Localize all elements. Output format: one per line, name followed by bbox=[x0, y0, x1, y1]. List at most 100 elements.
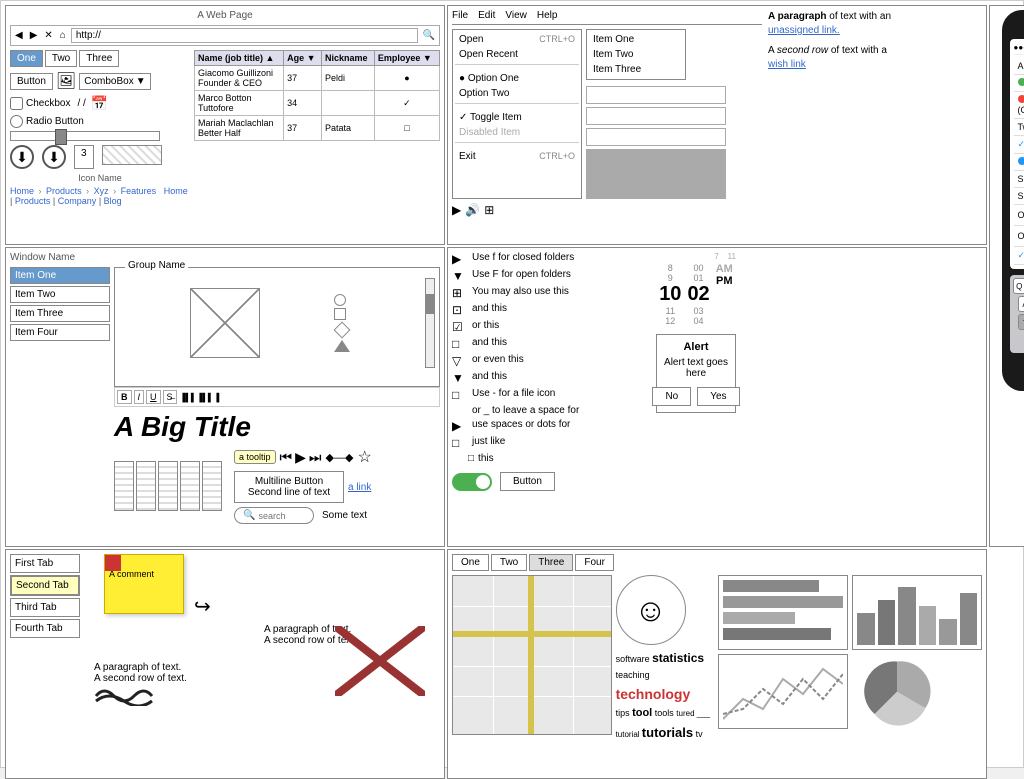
list-item-2[interactable]: Item Two bbox=[10, 286, 110, 303]
skip-fwd-icon[interactable]: ⏭ bbox=[309, 449, 322, 466]
menu-view[interactable]: View bbox=[505, 10, 527, 21]
tab-two[interactable]: Two bbox=[45, 50, 77, 67]
scroll-down2[interactable]: ⬇ bbox=[42, 145, 66, 169]
combobox-arrow: ▼ bbox=[136, 76, 146, 87]
menu-opt2[interactable]: Option Two bbox=[455, 86, 579, 101]
radio-input[interactable] bbox=[10, 115, 23, 128]
combobox[interactable]: ComboBox ▼ bbox=[79, 73, 150, 90]
breadcrumb-home[interactable]: Home bbox=[10, 186, 34, 196]
ctx-item2[interactable]: Item Two bbox=[589, 47, 683, 62]
context-menu: Item One Item Two Item Three bbox=[586, 29, 686, 80]
tab-third[interactable]: Third Tab bbox=[10, 598, 80, 617]
close-btn[interactable]: ✕ bbox=[42, 30, 54, 41]
acc-3[interactable] bbox=[158, 461, 178, 511]
alert-no[interactable]: No bbox=[652, 387, 691, 406]
acc-2[interactable] bbox=[136, 461, 156, 511]
list-item-1[interactable]: Item One bbox=[10, 267, 110, 284]
input-2[interactable] bbox=[586, 107, 726, 125]
window-list: Item One Item Two Item Three Item Four bbox=[10, 267, 110, 528]
breadcrumb-blog[interactable]: Blog bbox=[104, 196, 122, 206]
menu-opt1[interactable]: ● Option One bbox=[455, 71, 579, 86]
btab-four[interactable]: Four bbox=[575, 554, 614, 571]
skip-back-icon[interactable]: ⏮ bbox=[280, 449, 293, 466]
key-a[interactable]: A bbox=[1018, 296, 1024, 312]
input-3[interactable] bbox=[586, 128, 726, 146]
calendar-icon[interactable]: 📅 bbox=[91, 95, 108, 112]
search-btn[interactable]: 🔍 bbox=[421, 30, 437, 41]
menu-help[interactable]: Help bbox=[537, 10, 558, 21]
ios-off-button[interactable]: Off button bbox=[1014, 226, 1024, 247]
key-shift[interactable]: ⇧ bbox=[1018, 314, 1024, 330]
list-item-3[interactable]: Item Three bbox=[10, 305, 110, 322]
btab-two[interactable]: Two bbox=[491, 554, 527, 571]
scrollbar-v[interactable] bbox=[425, 278, 435, 368]
btab-three[interactable]: Three bbox=[529, 554, 573, 571]
image-icon[interactable]: 🖼 bbox=[56, 71, 76, 91]
menu-file[interactable]: File bbox=[452, 10, 468, 21]
menu-exit[interactable]: ExitCTRL+O bbox=[455, 149, 579, 164]
tool-underline[interactable]: U bbox=[146, 390, 161, 404]
slider[interactable] bbox=[10, 131, 160, 141]
fullscreen-icon[interactable]: ⊞ bbox=[484, 203, 494, 217]
scroll-down[interactable]: ⬇ bbox=[10, 145, 34, 169]
forward-btn[interactable]: ▶ bbox=[28, 30, 40, 41]
menu-edit[interactable]: Edit bbox=[478, 10, 495, 21]
ios-on-button[interactable]: On button bbox=[1014, 205, 1024, 226]
toggle-on-main[interactable] bbox=[452, 473, 492, 491]
menu-toggle[interactable]: Toggle Item bbox=[455, 110, 579, 125]
pipe3: | bbox=[99, 196, 101, 206]
button-ctrl[interactable]: Button bbox=[10, 73, 53, 90]
ios-add-submenu[interactable]: Add and sub-menu › bbox=[1014, 75, 1024, 92]
back-btn[interactable]: ◀ bbox=[13, 30, 25, 41]
just-like-text: just like bbox=[472, 436, 505, 447]
sticky-corner bbox=[105, 555, 121, 571]
pm-label[interactable]: PM bbox=[716, 275, 733, 287]
home-btn[interactable]: ⌂ bbox=[58, 30, 68, 41]
checkbox-input[interactable] bbox=[10, 97, 23, 110]
checkbox-row: Checkbox / / 📅 bbox=[10, 95, 190, 112]
ctx-item1[interactable]: Item One bbox=[589, 32, 683, 47]
wish-link[interactable]: wish link bbox=[768, 59, 806, 70]
tab-second[interactable]: Second Tab bbox=[10, 575, 80, 596]
breadcrumb-features[interactable]: Features bbox=[121, 186, 157, 196]
breadcrumb-home2[interactable]: Home bbox=[164, 186, 188, 196]
tab-three[interactable]: Three bbox=[79, 50, 119, 67]
play-icon[interactable]: ▶ bbox=[295, 449, 306, 466]
key-q[interactable]: Q bbox=[1013, 278, 1024, 294]
slider-thumb[interactable] bbox=[55, 129, 67, 145]
tool-strikethrough[interactable]: S̶ bbox=[163, 390, 177, 404]
breadcrumb-products2[interactable]: Products bbox=[15, 196, 51, 206]
tool-italic[interactable]: I bbox=[134, 390, 145, 404]
link-text[interactable]: a link bbox=[348, 482, 371, 493]
alert-yes[interactable]: Yes bbox=[697, 387, 739, 406]
tab-first[interactable]: First Tab bbox=[10, 554, 80, 573]
acc-4[interactable] bbox=[180, 461, 200, 511]
tab-fourth[interactable]: Fourth Tab bbox=[10, 619, 80, 638]
play-btn[interactable]: ▶ bbox=[452, 203, 461, 217]
search-box[interactable]: 🔍 bbox=[234, 507, 314, 524]
search-input[interactable] bbox=[258, 511, 308, 521]
acc-5[interactable] bbox=[202, 461, 222, 511]
wc-tutorial: tutorial bbox=[616, 730, 642, 739]
btab-one[interactable]: One bbox=[452, 554, 489, 571]
menu-open[interactable]: OpenCTRL+O bbox=[455, 32, 579, 47]
button-plain[interactable]: Button bbox=[500, 472, 555, 491]
ios-checkmark[interactable]: ✓A Checkmark ○ bbox=[1014, 136, 1024, 154]
acc-1[interactable] bbox=[114, 461, 134, 511]
ios-bullet[interactable]: A Bullet ≡ bbox=[1014, 154, 1024, 171]
unassigned-link[interactable]: unassigned link. bbox=[768, 25, 840, 36]
tool-bold[interactable]: B bbox=[117, 390, 132, 404]
am-label[interactable]: AM bbox=[716, 263, 733, 275]
url-input[interactable] bbox=[71, 28, 418, 43]
multiline-button[interactable]: Multiline Button Second line of text bbox=[234, 471, 344, 503]
breadcrumb-products[interactable]: Products bbox=[46, 186, 82, 196]
ctx-item3[interactable]: Item Three bbox=[589, 62, 683, 77]
star-icon[interactable]: ☆ bbox=[357, 447, 371, 467]
breadcrumb-company[interactable]: Company bbox=[58, 196, 97, 206]
menu-open-recent[interactable]: Open Recent bbox=[455, 47, 579, 62]
vol-icon[interactable]: 🔊 bbox=[465, 203, 480, 217]
input-1[interactable] bbox=[586, 86, 726, 104]
list-item-4[interactable]: Item Four bbox=[10, 324, 110, 341]
breadcrumb-xyz[interactable]: Xyz bbox=[94, 186, 109, 196]
tab-one[interactable]: One bbox=[10, 50, 43, 67]
